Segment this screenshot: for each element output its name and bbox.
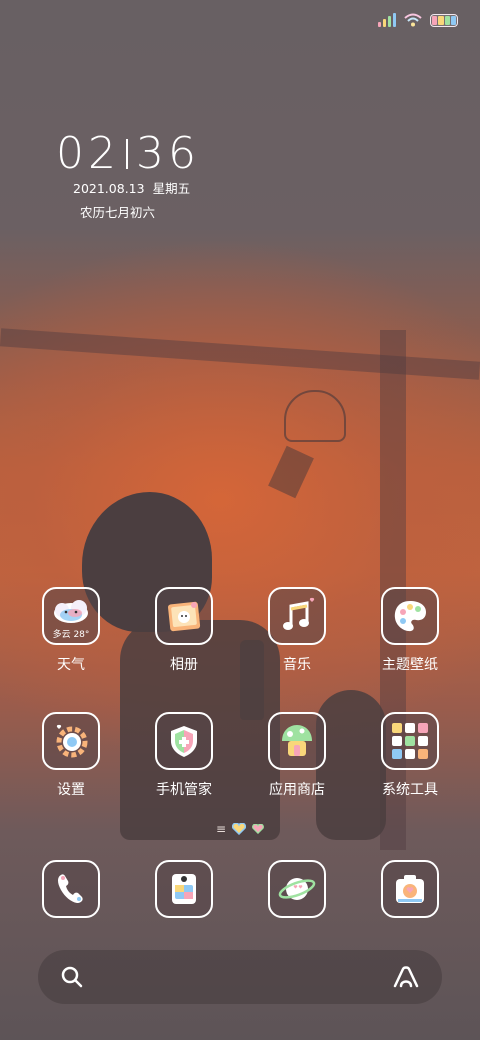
wind-chime-shadow	[284, 390, 346, 442]
app-label: 音乐	[283, 657, 311, 673]
wind-chime-paper-shadow	[268, 445, 314, 499]
app-tools[interactable]: 系统工具	[355, 712, 465, 799]
app-gallery[interactable]: 相册	[129, 587, 239, 674]
dock-browser[interactable]	[242, 860, 352, 918]
wifi-icon	[404, 13, 422, 27]
clock-separator	[126, 138, 128, 169]
weather-cloud-icon: 多云 28°	[42, 587, 100, 645]
phone-icon	[42, 860, 100, 918]
app-music[interactable]: 音乐	[242, 587, 352, 674]
clock-hour: 02	[56, 128, 120, 179]
app-label: 手机管家	[156, 782, 212, 798]
app-label: 主题壁纸	[382, 657, 438, 673]
gear-icon	[42, 712, 100, 770]
app-label: 相册	[170, 657, 198, 673]
app-settings[interactable]: 设置	[16, 712, 126, 799]
app-weather[interactable]: 多云 28° 天气	[16, 587, 126, 674]
dock-phone[interactable]	[16, 860, 126, 918]
weather-text: 多云 28°	[52, 630, 90, 640]
lunar-date: 农历七月初六	[80, 205, 156, 220]
heart-icon	[232, 823, 247, 835]
shield-icon	[155, 712, 213, 770]
camera-icon	[381, 860, 439, 918]
page-indicator[interactable]: ≡	[0, 822, 480, 836]
clock-minute: 36	[136, 128, 200, 179]
photo-frame-icon	[155, 587, 213, 645]
tools-folder-icon	[381, 712, 439, 770]
assistant-logo-icon[interactable]	[392, 965, 420, 989]
signal-bars-icon	[378, 13, 396, 27]
app-label: 系统工具	[382, 782, 438, 798]
music-note-icon	[268, 587, 326, 645]
battery-icon	[430, 13, 458, 27]
planet-icon	[268, 860, 326, 918]
app-store[interactable]: 应用商店	[242, 712, 352, 799]
message-card-icon	[155, 860, 213, 918]
heart-icon	[252, 824, 264, 834]
page-list-icon: ≡	[215, 822, 227, 836]
mushroom-house-icon	[268, 712, 326, 770]
search-bar[interactable]	[38, 950, 442, 1004]
app-themes[interactable]: 主题壁纸	[355, 587, 465, 674]
window-shadow	[0, 328, 480, 380]
app-label: 应用商店	[269, 782, 325, 798]
weekday-value: 星期五	[152, 181, 191, 196]
palette-icon	[381, 587, 439, 645]
app-security[interactable]: 手机管家	[129, 712, 239, 799]
status-bar	[378, 8, 458, 32]
search-icon[interactable]	[60, 965, 84, 989]
date-text: 2021.08.13 星期五	[73, 178, 190, 197]
dock-camera[interactable]	[355, 860, 465, 918]
app-label: 设置	[57, 782, 85, 798]
app-label: 天气	[57, 657, 85, 673]
dock-messages[interactable]	[129, 860, 239, 918]
date-value: 2021.08.13	[73, 181, 145, 196]
clock-widget[interactable]: 02 36	[56, 128, 200, 179]
